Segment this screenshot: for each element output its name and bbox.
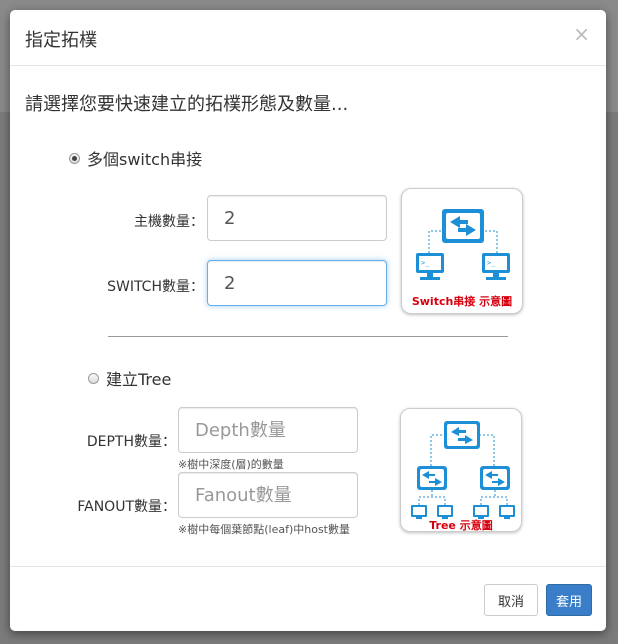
dialog-title: 指定拓樸: [25, 30, 97, 51]
switch-count-label: SWITCH數量：: [107, 279, 204, 295]
dialog-prompt: 請選擇您要快速建立的拓樸形態及數量...: [25, 94, 349, 115]
fanout-hint: ※樹中每個葉節點(leaf)中host數量: [178, 523, 350, 536]
tree-radio[interactable]: [88, 372, 99, 384]
switch-icon: [480, 466, 510, 490]
depth-hint: ※樹中深度(層)的數量: [178, 458, 284, 471]
apply-button[interactable]: 套用: [546, 584, 592, 616]
tree-diagram-caption: Tree 示意圖: [429, 519, 493, 532]
tree-diagram: Tree 示意圖: [400, 408, 522, 532]
dialog-footer: 取消 套用: [10, 566, 606, 631]
host-count-input[interactable]: [207, 195, 387, 241]
dialog-header: 指定拓樸 ×: [10, 10, 606, 66]
switch-chain-radio[interactable]: [69, 152, 80, 164]
host-computer-icon: >_: [416, 253, 444, 280]
switch-icon: [442, 209, 484, 243]
switch-count-input[interactable]: [207, 260, 387, 306]
depth-count-input[interactable]: [178, 407, 358, 453]
svg-text:>_: >_: [487, 259, 496, 267]
fanout-count-input[interactable]: [178, 472, 358, 518]
tree-label: 建立Tree: [106, 370, 172, 389]
host-computer-icon: >_: [482, 253, 510, 280]
switch-chain-label: 多個switch串接: [87, 150, 203, 169]
host-count-label: 主機數量：: [134, 214, 204, 230]
cancel-button[interactable]: 取消: [484, 584, 538, 616]
switch-chain-option[interactable]: 多個switch串接: [69, 146, 202, 170]
svg-text:>_: >_: [421, 259, 430, 267]
close-icon[interactable]: ×: [573, 24, 590, 44]
switch-icon: [417, 466, 447, 490]
tree-option[interactable]: 建立Tree: [88, 366, 171, 390]
switch-chain-diagram-caption: Switch串接 示意圖: [411, 295, 513, 308]
topology-dialog: 指定拓樸 × 請選擇您要快速建立的拓樸形態及數量... 多個switch串接 主…: [10, 10, 606, 631]
fanout-count-label: FANOUT數量：: [77, 499, 176, 515]
options-divider: [108, 336, 508, 337]
switch-chain-diagram: >_ >_ Switch串接 示意圖: [401, 188, 523, 314]
switch-icon: [444, 421, 480, 449]
depth-count-label: DEPTH數量：: [86, 434, 176, 450]
tree-diagram-graphic: [411, 421, 515, 519]
